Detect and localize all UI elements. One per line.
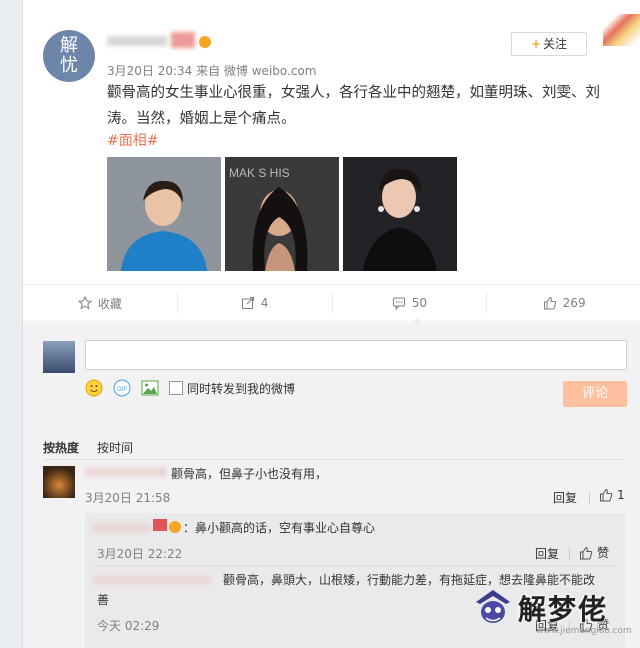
like-icon (580, 546, 593, 559)
like-icon (543, 296, 556, 310)
person-photo-3 (343, 157, 457, 271)
weibo-post-card: 解 忧 + 关注 3月20日 20:34 来自 微博 weibo.com 颧骨高的… (22, 0, 640, 648)
plus-icon: + (530, 37, 542, 51)
like-action[interactable]: 269 (487, 293, 640, 313)
post-photo-2[interactable]: MAK S HIS (225, 157, 339, 271)
person-photo-1 (107, 157, 221, 271)
watermark-url: www.jiemenglao.com (536, 626, 632, 636)
share-icon (241, 297, 254, 309)
avatar-char-2: 忧 (60, 55, 78, 76)
comment-reply-button[interactable]: 回复 (553, 489, 577, 506)
post-photo-1[interactable] (107, 157, 221, 271)
comment-icon (392, 297, 405, 310)
favorite-label: 收藏 (97, 296, 122, 311)
reply-time: 今天 02:29 (97, 619, 160, 633)
tab-sort-time[interactable]: 按时间 (97, 439, 133, 456)
commenter-avatar[interactable] (43, 466, 75, 498)
follow-button[interactable]: + 关注 (511, 32, 587, 56)
repost-checkbox[interactable] (169, 381, 183, 395)
divider (43, 459, 625, 460)
my-avatar (43, 341, 75, 373)
commenter-name-redacted[interactable] (85, 467, 167, 477)
reply-text-continued: 善 (97, 593, 110, 607)
post-actions-bar: 收藏 4 50 269 (23, 284, 640, 322)
emoji-icon[interactable] (85, 379, 103, 397)
watermark: 解梦佬 www.jiemenglao.com (472, 582, 632, 644)
share-action[interactable]: 4 (178, 293, 333, 313)
hashtag-link[interactable]: #面相# (107, 130, 158, 150)
like-icon (600, 488, 613, 502)
reply-like-label: 赞 (597, 546, 610, 560)
submit-comment-button[interactable]: 评论 (563, 381, 627, 407)
reply-like-button[interactable]: 赞 (579, 544, 609, 561)
post-meta: 3月20日 20:34 来自 微博 weibo.com (107, 64, 317, 78)
image-icon[interactable] (141, 379, 159, 397)
comment-like-count: 1 (617, 488, 625, 502)
divider (569, 548, 570, 560)
share-count: 4 (260, 296, 269, 310)
comment-action[interactable]: 50 (333, 293, 488, 313)
like-count: 269 (562, 296, 586, 310)
post-photo-3[interactable] (343, 157, 457, 271)
reply-time: 3月20日 22:22 (97, 547, 183, 561)
comment-input[interactable] (85, 340, 627, 370)
redacted-badge-block (153, 519, 167, 531)
reply-author-redacted[interactable] (93, 575, 211, 585)
star-icon (77, 296, 92, 310)
reply-author-redacted[interactable] (93, 523, 151, 533)
vip-badge-icon (199, 36, 211, 48)
decorative-banner (603, 14, 640, 46)
favorite-action[interactable]: 收藏 (23, 293, 178, 313)
gif-label: GIF (117, 387, 127, 393)
divider (93, 565, 617, 566)
person-photo-2: MAK S HIS (225, 157, 339, 271)
avatar-char-1: 解 (60, 35, 78, 56)
watermark-logo-icon (476, 590, 510, 623)
watermark-text: 解梦佬 (518, 593, 609, 626)
divider (589, 492, 590, 504)
repost-label: 同时转发到我的微博 (187, 381, 296, 396)
follow-label: 关注 (543, 37, 568, 51)
author-name-redacted[interactable] (107, 30, 217, 50)
comment-text: 颧骨高，但鼻子小也没有用， (171, 467, 328, 481)
sort-tabs: 按热度 按时间 (43, 439, 133, 456)
redacted-badge-block (171, 32, 195, 48)
comment-count: 50 (411, 296, 428, 310)
reply-text: ：鼻小颧高的话，空有事业心自尊心 (183, 521, 376, 535)
post-text: 颧骨高的女生事业心很重，女强人，各行各业中的翘楚，如董明珠、刘雯、刘涛。当然，婚… (107, 85, 600, 127)
reply-reply-button[interactable]: 回复 (535, 545, 559, 562)
gif-icon[interactable]: GIF (113, 379, 131, 397)
redacted-name-block (107, 36, 167, 46)
vip-badge-icon (169, 521, 181, 533)
photo-overlay-text: MAK S HIS (229, 166, 290, 180)
tab-sort-hot[interactable]: 按热度 (43, 439, 79, 456)
author-avatar[interactable]: 解 忧 (43, 30, 95, 82)
composer-tools: GIF 同时转发到我的微博 (85, 379, 295, 397)
comment-time: 3月20日 21:58 (85, 491, 171, 505)
comment-like-button[interactable]: 1 (599, 488, 625, 502)
